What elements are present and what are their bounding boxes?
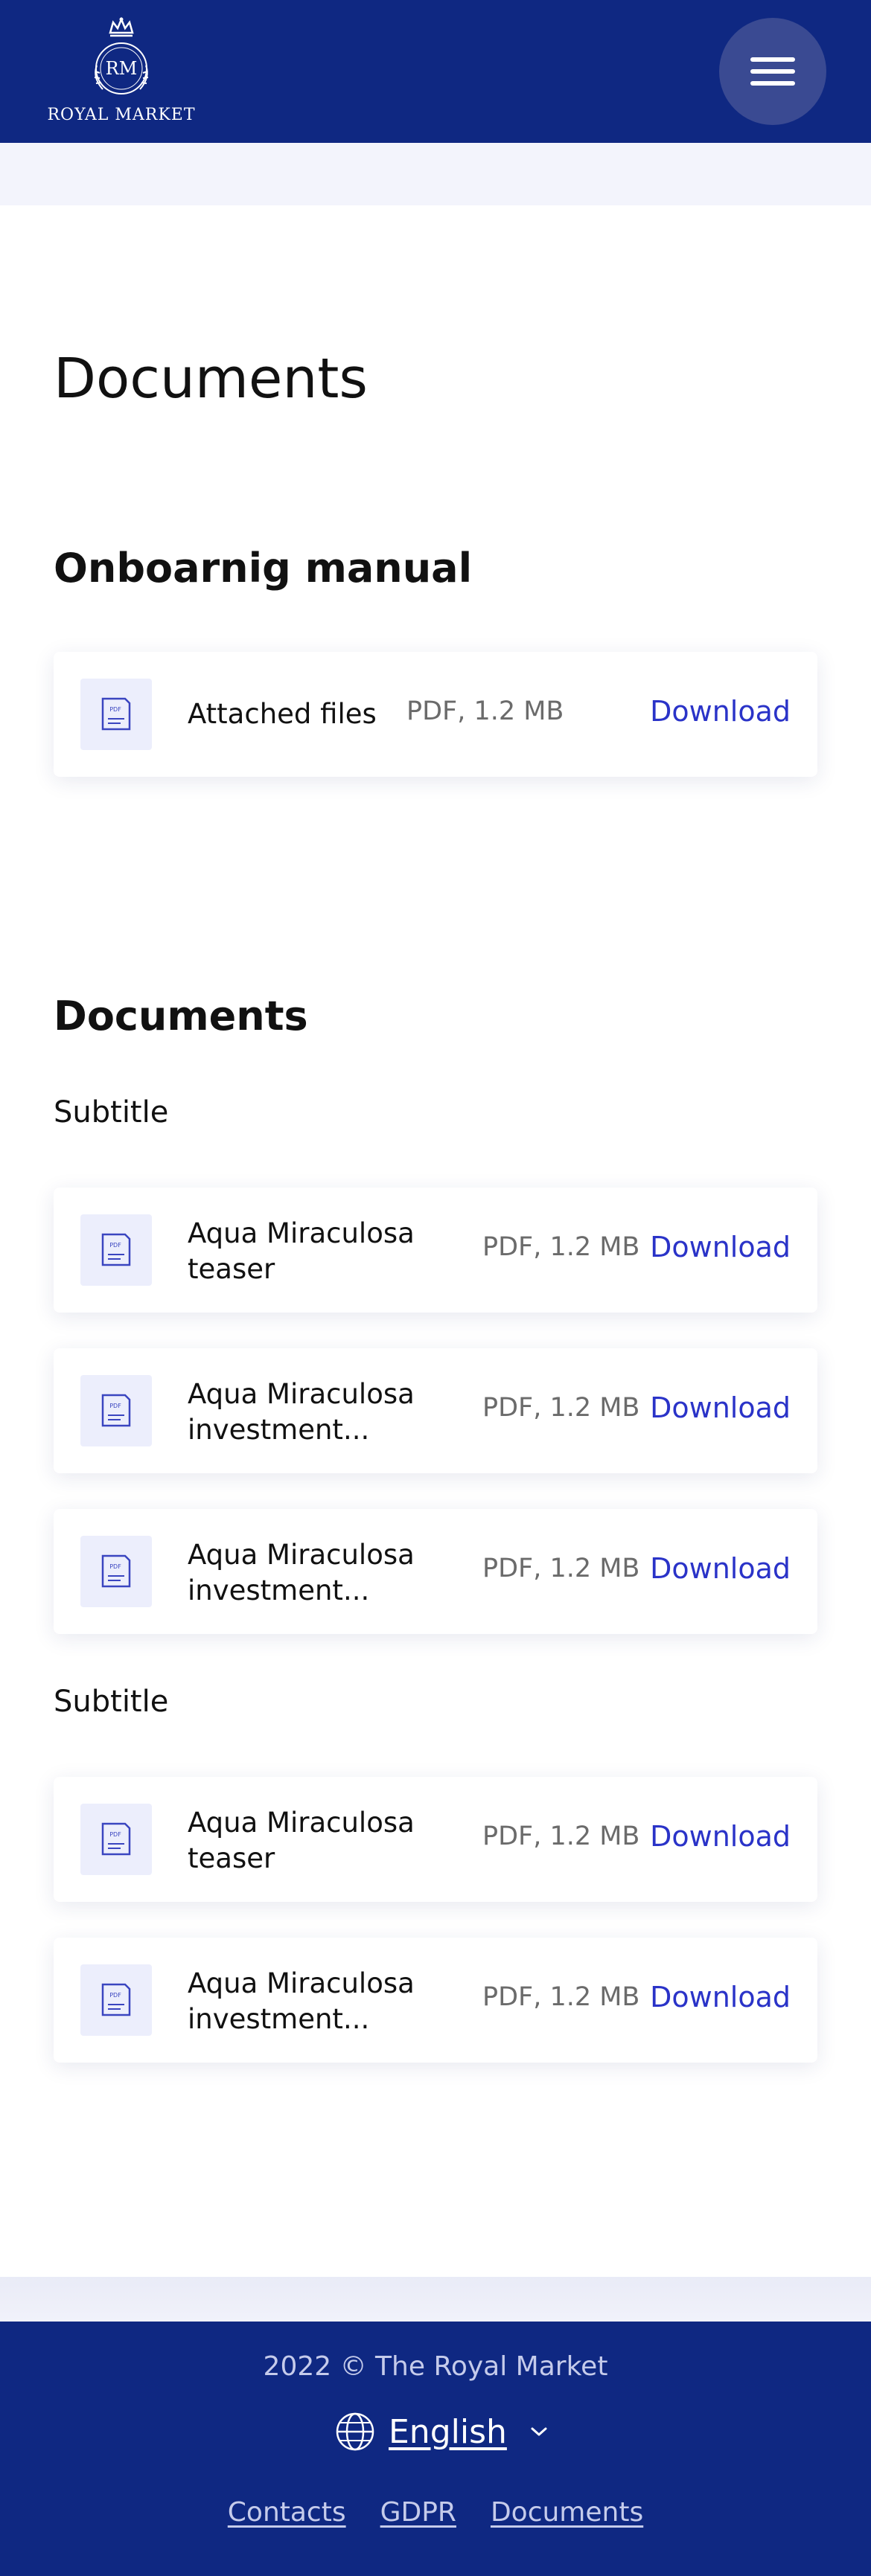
download-link[interactable]: Download [650,1391,791,1424]
menu-button[interactable] [719,18,826,125]
chevron-down-icon [531,2427,547,2436]
footer-link-contacts[interactable]: Contacts [228,2497,346,2528]
crown-monogram-icon: RM [94,16,149,94]
pdf-file-icon: PDF [80,1964,152,2036]
svg-text:PDF: PDF [109,706,121,713]
page-title: Documents [54,347,368,411]
footer-link-gdpr[interactable]: GDPR [380,2497,456,2528]
file-meta: PDF, 1.2 MB [482,1982,640,2012]
file-meta: PDF, 1.2 MB [406,696,564,726]
hamburger-menu-icon [750,50,795,93]
copyright-text: 2022 © The Royal Market [263,2351,608,2382]
download-link[interactable]: Download [650,695,791,728]
group-subtitle: Subtitle [54,1685,169,1719]
section-title-onboarding: Onboarnig manual [54,545,473,592]
file-card: PDF Attached files PDF, 1.2 MB Download [54,652,817,777]
file-meta: PDF, 1.2 MB [482,1232,640,1262]
download-link[interactable]: Download [650,1981,791,2013]
footer-shadow-band [0,2277,871,2322]
pdf-file-icon: PDF [80,1536,152,1607]
file-name: Aqua Miraculosa investment... [188,1967,415,2035]
royal-market-logo[interactable]: RM ROYAL MARKET [43,16,200,128]
footer-link-documents[interactable]: Documents [491,2497,643,2528]
file-meta: PDF, 1.2 MB [482,1393,640,1423]
svg-text:PDF: PDF [109,1992,121,1999]
site-footer: 2022 © The Royal Market English Contacts… [0,2322,871,2576]
download-link[interactable]: Download [650,1820,791,1853]
file-name: Aqua Miraculosa investment... [188,1378,415,1446]
group-subtitle: Subtitle [54,1095,169,1130]
site-header: RM ROYAL MARKET [0,0,871,143]
svg-text:PDF: PDF [109,1242,121,1249]
file-name: Aqua Miraculosa teaser [188,1807,415,1874]
footer-links: Contacts GDPR Documents [0,2497,871,2528]
svg-text:PDF: PDF [109,1403,121,1409]
header-spacer-strip [0,143,871,205]
pdf-file-icon: PDF [80,679,152,750]
file-card: PDF Aqua Miraculosa investment... PDF, 1… [54,1509,817,1634]
download-link[interactable]: Download [650,1552,791,1585]
logo-text: ROYAL MARKET [47,106,196,124]
globe-icon [336,2412,374,2451]
section-title-documents: Documents [54,993,308,1039]
file-name: Aqua Miraculosa investment... [188,1539,415,1606]
file-card: PDF Aqua Miraculosa investment... PDF, 1… [54,1348,817,1473]
svg-text:PDF: PDF [109,1563,121,1570]
file-meta: PDF, 1.2 MB [482,1822,640,1851]
download-link[interactable]: Download [650,1231,791,1263]
language-selector[interactable]: English [335,2409,550,2454]
pdf-file-icon: PDF [80,1804,152,1875]
pdf-file-icon: PDF [80,1375,152,1446]
file-card: PDF Aqua Miraculosa teaser PDF, 1.2 MB D… [54,1188,817,1313]
file-card: PDF Aqua Miraculosa teaser PDF, 1.2 MB D… [54,1777,817,1902]
file-name: Aqua Miraculosa teaser [188,1217,415,1285]
svg-text:RM: RM [106,58,138,79]
svg-text:PDF: PDF [109,1831,121,1838]
file-meta: PDF, 1.2 MB [482,1554,640,1583]
language-label: English [389,2412,507,2451]
pdf-file-icon: PDF [80,1214,152,1286]
main-content: Documents Onboarnig manual PDF Attached … [0,205,871,2277]
file-card: PDF Aqua Miraculosa investment... PDF, 1… [54,1938,817,2063]
